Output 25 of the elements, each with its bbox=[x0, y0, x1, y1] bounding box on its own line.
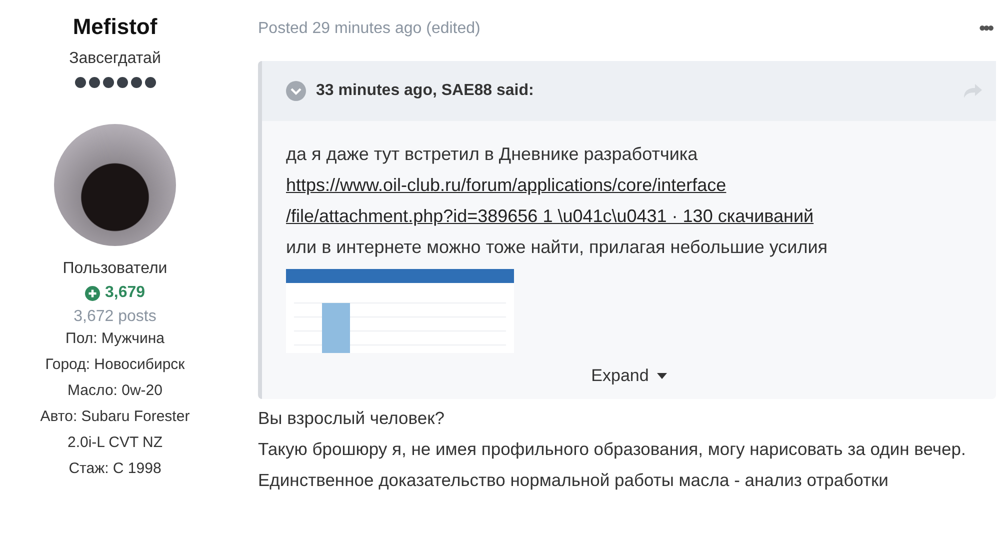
post-paragraph: Такую брошюру я, не имея профильного образования, могу нарисовать за один вечер. bbox=[258, 438, 967, 461]
quote-text: да я даже тут встретил в Дневнике разработчика bbox=[286, 143, 699, 166]
profile-field: Стаж: С 1998 bbox=[30, 456, 200, 482]
attachment-link[interactable]: https://www.oil-club.ru/forum/applications/core/interface /file/attachment.php?id=389656 1 \u041c\u0431 · 130 скачиваний bbox=[286, 170, 972, 232]
collapse-chevron-icon[interactable] bbox=[286, 81, 306, 101]
share-arrow-icon[interactable] bbox=[964, 84, 982, 98]
reputation-value: 3,679 bbox=[104, 284, 146, 302]
post-count: 3,672 posts bbox=[74, 308, 156, 326]
more-options-button[interactable]: ••• bbox=[975, 18, 996, 39]
expand-button[interactable]: Expand bbox=[585, 365, 673, 387]
plus-circle-icon bbox=[84, 286, 100, 300]
post-paragraph: Вы взрослый человек? bbox=[258, 407, 446, 430]
username[interactable]: Mefistof bbox=[72, 14, 158, 40]
profile-field: Авто: Subaru Forester 2.0i-L CVT NZ bbox=[30, 404, 200, 456]
rank-pips-icon bbox=[74, 77, 156, 88]
profile-field: Город: Новосибирск bbox=[30, 352, 200, 378]
profile-field: Масло: 0w-20 bbox=[30, 378, 200, 404]
member-group: Пользователи bbox=[62, 260, 168, 278]
profile-field: Пол: Мужчина bbox=[30, 326, 200, 352]
caret-down-icon bbox=[656, 373, 667, 379]
post-paragraph: Единственное доказательство нормальной работы масла - анализ отработки bbox=[258, 469, 890, 492]
quote-text: или в интернете можно тоже найти, прилагая небольшие усилия bbox=[286, 236, 829, 259]
member-title: Завсегдатай bbox=[69, 50, 161, 68]
post-timestamp: Posted 29 minutes ago (edited) bbox=[258, 20, 480, 38]
quote-author: 33 minutes ago, SAE88 said: bbox=[316, 82, 535, 100]
